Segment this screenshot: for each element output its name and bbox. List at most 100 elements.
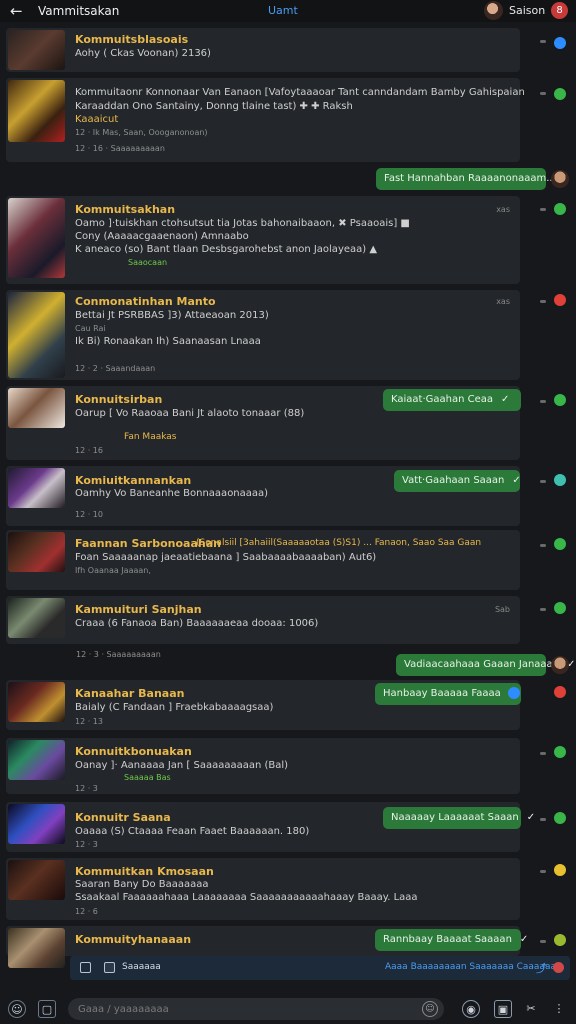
status-dot-icon[interactable] <box>554 812 566 824</box>
message-meta: Saaaaa Bas <box>124 773 171 782</box>
bubble-text: Vadiaacaahaaa Gaaan Janaaan <box>404 659 560 670</box>
sent-message-bubble[interactable]: Vadiaacaahaaa Gaaan Janaaan ✓ <box>396 654 575 676</box>
message-line: Oarup [ Vo Raaoaa Bani Jt alaoto tonaaar… <box>75 408 305 419</box>
message-thumbnail <box>8 740 65 780</box>
top-bar: ← Vammitsakan Uamt Saison 8 <box>0 0 576 22</box>
message-line: Baialy (C Fandaan ] Fraebkabaaaagsaa) <box>75 702 274 713</box>
status-dot-icon[interactable] <box>554 203 566 215</box>
message-title: Kommuityhanaaan <box>75 933 192 946</box>
tick-icon <box>540 818 546 821</box>
emoji-icon[interactable]: ☺ <box>422 1001 438 1017</box>
message-thumbnail <box>8 532 65 572</box>
message-line: Karaaddan Ono Santainy, Donng tlaine tas… <box>75 101 353 112</box>
tick-icon <box>540 92 546 95</box>
message-meta: 12 · 3 <box>75 840 98 849</box>
message-input[interactable] <box>78 998 418 1020</box>
list-item[interactable]: Kammuituri Sanjhan Craaa (6 Fanaoa Ban) … <box>6 596 520 644</box>
message-title: Kammuituri Sanjhan <box>75 603 202 616</box>
message-line: Oanay ]· Aanaaaa Jan [ Saaaaaaaaan (Bal) <box>75 760 289 771</box>
selection-label: Saaaaaa <box>122 962 161 972</box>
emoji-menu-icon[interactable]: ☺ <box>8 1000 26 1018</box>
attach-icon[interactable]: ▢ <box>38 1000 56 1018</box>
select-all-checkbox[interactable] <box>104 962 115 973</box>
status-dot-icon[interactable] <box>554 474 566 486</box>
select-checkbox[interactable] <box>80 962 91 973</box>
bubble-text: Kaiaat·Gaahan Ceaa <box>391 394 494 405</box>
check-icon: ✓ <box>519 934 529 945</box>
message-title: Kommuitsblasoais <box>75 33 189 46</box>
message-thumbnail <box>8 80 65 142</box>
back-arrow-icon[interactable]: ← <box>10 2 23 20</box>
list-item[interactable]: Kommuitaonr Konnonaar Van Eanaon [Vafoyt… <box>6 78 525 162</box>
message-meta: 12 · 13 <box>75 717 103 726</box>
message-thumbnail <box>8 292 65 378</box>
status-dot-icon[interactable] <box>554 394 566 406</box>
tick-icon <box>540 300 546 303</box>
tick-icon <box>540 480 546 483</box>
check-icon: ✓ <box>501 394 510 405</box>
status-dot-icon[interactable] <box>554 538 566 550</box>
bubble-text: Fast Hannahban Raaaanonaaam... <box>384 173 556 184</box>
list-item[interactable]: Konnuitkbonuakan Oanay ]· Aanaaaa Jan [ … <box>6 738 520 794</box>
message-line: K aneaco (so) Bant tlaan Desbsgarohebst … <box>75 244 378 255</box>
crop-icon[interactable]: ✂ <box>522 1000 540 1018</box>
delete-icon[interactable] <box>553 962 564 973</box>
sent-message-bubble[interactable]: Naaaaay Laaaaaat Saaan ✓ <box>383 807 535 829</box>
message-line: Ssaakaal Faaaaaahaaa Laaaaaaaa Saaaaaaaa… <box>75 892 418 903</box>
message-thumbnail <box>8 30 65 70</box>
message-title: Komiuitkannankan <box>75 474 192 487</box>
message-line: Bettai Jt PSRBBAS ]3) Attaeaoan 2013) <box>75 310 269 321</box>
message-line: Craaa (6 Fanaoa Ban) Baaaaaaeaa dooaa: 1… <box>75 618 319 629</box>
list-item[interactable]: Faannan Sarbonoaahan (Sonalsiil [3ahaiil… <box>6 530 520 590</box>
notification-badge[interactable]: 8 <box>551 2 568 19</box>
message-title: Konnuitkbonuakan <box>75 745 192 758</box>
user-name[interactable]: Saison <box>509 4 545 17</box>
status-dot-icon[interactable] <box>554 88 566 100</box>
sent-message-bubble[interactable]: Kaiaat·Gaahan Ceaa ✓ <box>383 389 521 411</box>
message-time: Sab <box>494 605 510 614</box>
status-dot-icon[interactable] <box>554 934 566 946</box>
bubble-text: Rannbaay Baaaat Saaaan <box>383 934 512 945</box>
message-line: Aohy ( Ckas Voonan) 2136) <box>75 48 211 59</box>
center-title[interactable]: Uamt <box>268 4 298 17</box>
list-item[interactable]: Kommuitsblasoais Aohy ( Ckas Voonan) 213… <box>6 28 520 72</box>
message-line: Cony (Aaaaacgaaenaon) Amnaabo <box>75 231 249 242</box>
status-dot-icon[interactable] <box>554 686 566 698</box>
status-dot-icon[interactable] <box>554 602 566 614</box>
bubble-text: Hanbaay Baaaaa Faaaa <box>383 688 501 699</box>
sent-message-bubble[interactable]: Vatt·Gaahaan Saaan ✓ <box>394 470 521 492</box>
share-icon[interactable]: ⤴ <box>536 960 547 976</box>
list-item[interactable]: Kommuitsakhan Oamo ]·tuiskhan ctohsutsut… <box>6 196 520 284</box>
status-dot-icon[interactable] <box>554 37 566 49</box>
user-avatar[interactable] <box>484 1 503 20</box>
sender-avatar[interactable] <box>551 170 569 188</box>
message-input-field[interactable]: ☺ <box>68 998 444 1020</box>
selection-action-link[interactable]: Aaaa Baaaaaaaan Saaaaaaa Caaaaaa <box>385 962 556 972</box>
sent-message-bubble[interactable]: Hanbaay Baaaaa Faaaa <box>375 683 521 705</box>
list-item[interactable]: Kommuitkan Kmosaan Saaran Bany Do Baaaaa… <box>6 858 520 920</box>
camera-icon[interactable]: ◉ <box>462 1000 480 1018</box>
message-meta: Ifh Oaanaa Jaaaan, <box>75 566 151 575</box>
message-thumbnail <box>8 928 65 968</box>
message-title: Kommuitsakhan <box>75 203 176 216</box>
reaction-icon[interactable] <box>507 687 520 699</box>
sent-message-bubble[interactable]: Rannbaay Baaaat Saaaan ✓ <box>375 929 528 951</box>
list-item[interactable]: Conmonatinhan Manto Bettai Jt PSRBBAS ]3… <box>6 290 520 380</box>
status-dot-icon[interactable] <box>554 294 566 306</box>
app-title: Vammitsakan <box>38 4 120 18</box>
check-icon: ✓ <box>526 812 536 823</box>
message-thumbnail <box>8 682 65 722</box>
gallery-icon[interactable]: ▣ <box>494 1000 512 1018</box>
message-title: Kanaahar Banaan <box>75 687 185 700</box>
sender-avatar[interactable] <box>551 656 569 674</box>
sent-message-bubble[interactable]: Fast Hannahban Raaaanonaaam... <box>376 168 556 190</box>
tick-icon <box>540 208 546 211</box>
message-title: Konnuitr Saana <box>75 811 171 824</box>
more-icon[interactable]: ⋮ <box>550 1000 568 1018</box>
message-meta: 12 · 6 <box>75 907 98 916</box>
status-dot-icon[interactable] <box>554 746 566 758</box>
message-meta: 12 · 2 · Saaandaaan <box>75 364 156 373</box>
message-title: Kommuitkan Kmosaan <box>75 865 214 878</box>
status-dot-icon[interactable] <box>554 864 566 876</box>
input-bar: ☺ ▢ ☺ ◉ ▣ ✂ ⋮ <box>0 994 576 1024</box>
